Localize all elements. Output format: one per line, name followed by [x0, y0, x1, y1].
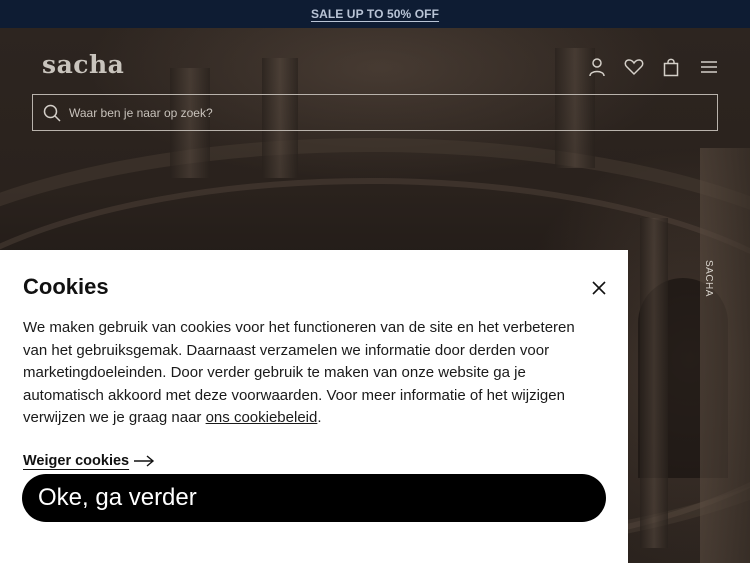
- account-icon[interactable]: [586, 56, 608, 78]
- cookie-policy-link[interactable]: ons cookiebeleid: [206, 409, 318, 426]
- side-brand-label: SACHA: [703, 260, 714, 297]
- cookie-consent-panel: Cookies We maken gebruik van cookies voo…: [0, 250, 628, 563]
- hero-column: [640, 218, 668, 548]
- shopping-bag-icon[interactable]: [660, 56, 682, 78]
- hamburger-menu-icon[interactable]: [698, 56, 720, 78]
- search-box[interactable]: [32, 94, 718, 131]
- search-icon: [42, 103, 62, 123]
- search-input[interactable]: [69, 95, 717, 130]
- promo-bar: SALE UP TO 50% OFF: [0, 0, 750, 28]
- close-icon[interactable]: [589, 278, 609, 298]
- site-logo[interactable]: sacha: [42, 50, 124, 79]
- accept-cookies-button[interactable]: Oke, ga verder: [22, 474, 606, 522]
- cookie-description: We maken gebruik van cookies voor het fu…: [23, 317, 603, 430]
- decline-cookies-link[interactable]: Weiger cookies: [23, 453, 155, 469]
- decline-cookies-label: Weiger cookies: [23, 453, 130, 469]
- site-header: sacha: [0, 28, 750, 138]
- heart-icon[interactable]: [623, 56, 645, 78]
- cookie-description-end: .: [317, 409, 322, 427]
- arrow-right-icon: [133, 455, 155, 467]
- sale-promo-link[interactable]: SALE UP TO 50% OFF: [311, 7, 439, 21]
- cookie-title: Cookies: [23, 274, 109, 299]
- hero-column: [700, 148, 750, 563]
